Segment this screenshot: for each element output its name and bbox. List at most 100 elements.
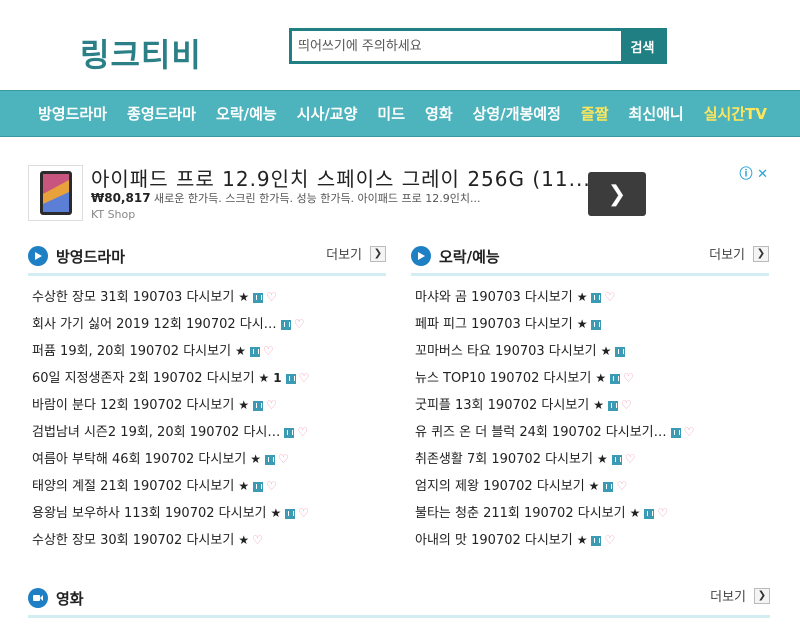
list-item-title[interactable]: 회사 가기 싫어 2019 12회 190702 다시… (32, 311, 277, 338)
list-item[interactable]: 아내의 맛 190702 다시보기 ★ ♡ (411, 527, 769, 554)
list-item[interactable]: 마샤와 곰 190703 다시보기 ★ ♡ (411, 284, 769, 311)
list-item[interactable]: 검법남녀 시즌2 19회, 20회 190702 다시… ♡ (28, 419, 386, 446)
ad-banner[interactable]: 아이패드 프로 12.9인치 스페이스 그레이 256G (11... ₩80,… (28, 163, 770, 223)
heart-icon: ♡ (683, 425, 695, 439)
video-icon (28, 588, 48, 608)
new-badge-icon (249, 346, 260, 357)
section-title: 방영드라마 (56, 248, 126, 266)
list-item[interactable]: 꼬마버스 타요 190703 다시보기 ★ (411, 338, 769, 365)
list-item-title[interactable]: 수상한 장모 30회 190702 다시보기 (32, 527, 234, 554)
site-logo[interactable]: 링크티비 (80, 30, 202, 76)
nav-item-8[interactable]: 최신애니 (619, 103, 694, 124)
more-link[interactable]: 더보기 ❯ (709, 244, 769, 263)
list-item[interactable]: 수상한 장모 31회 190703 다시보기 ★ ♡ (28, 284, 386, 311)
nav-item-3[interactable]: 시사/교양 (287, 103, 368, 124)
list-item-title[interactable]: 페파 피그 190703 다시보기 (415, 311, 573, 338)
list-item-title[interactable]: 바람이 분다 12회 190702 다시보기 (32, 392, 234, 419)
list-item-title[interactable]: 퍼퓸 19회, 20회 190702 다시보기 (32, 338, 231, 365)
new-badge-icon (284, 427, 295, 438)
list-item[interactable]: 뉴스 TOP10 190702 다시보기 ★ ♡ (411, 365, 769, 392)
ad-marks[interactable]: ⓘ ✕ (740, 163, 768, 182)
new-badge-icon (285, 373, 296, 384)
heart-icon: ♡ (657, 506, 669, 520)
nav-item-1[interactable]: 종영드라마 (117, 103, 206, 124)
ad-next-button[interactable]: ❯ (588, 172, 646, 216)
ad-info-icon[interactable]: ⓘ (740, 167, 753, 182)
more-link[interactable]: 더보기 ❯ (710, 586, 770, 605)
list-item-title[interactable]: 굿피플 13회 190702 다시보기 (415, 392, 589, 419)
list-item[interactable]: 불타는 청춘 211회 190702 다시보기 ★ ♡ (411, 500, 769, 527)
list-item-title[interactable]: 엄지의 제왕 190702 다시보기 (415, 473, 585, 500)
search-button[interactable]: 검색 (620, 31, 664, 61)
list-item[interactable]: 굿피플 13회 190702 다시보기 ★ ♡ (411, 392, 769, 419)
list-item[interactable]: 바람이 분다 12회 190702 다시보기 ★ ♡ (28, 392, 386, 419)
play-icon (28, 246, 48, 266)
section-movie: 영화 더보기 ❯ (28, 582, 770, 618)
ad-price: ₩80,817 (91, 191, 151, 205)
nav-item-5[interactable]: 영화 (415, 103, 463, 124)
search-form: 검색 (289, 28, 667, 64)
section-title: 오락/예능 (439, 248, 500, 266)
star-icon: ★ (270, 506, 282, 520)
list-item[interactable]: 여름아 부탁해 46회 190702 다시보기 ★ ♡ (28, 446, 386, 473)
list-item[interactable]: 회사 가기 싫어 2019 12회 190702 다시… ♡ (28, 311, 386, 338)
section-drama: 방영드라마 더보기 ❯ 수상한 장모 31회 190703 다시보기 ★ ♡ 회사 가기… (28, 240, 386, 554)
list-item-title[interactable]: 태양의 계절 21회 190702 다시보기 (32, 473, 234, 500)
star-icon: ★ (595, 371, 607, 385)
new-badge-icon (591, 535, 602, 546)
nav-item-9[interactable]: 실시간TV (694, 103, 777, 124)
section-title: 영화 (56, 590, 84, 608)
nav-item-0[interactable]: 방영드라마 (28, 103, 117, 124)
list-item[interactable]: 수상한 장모 30회 190702 다시보기 ★ ♡ (28, 527, 386, 554)
heart-icon: ♡ (266, 398, 277, 412)
list-item[interactable]: 유 퀴즈 온 더 블럭 24회 190702 다시보기… ♡ (411, 419, 769, 446)
list-item-title[interactable]: 불타는 청춘 211회 190702 다시보기 (415, 500, 626, 527)
new-badge-icon (285, 508, 296, 519)
section-variety: 오락/예능 더보기 ❯ 마샤와 곰 190703 다시보기 ★ ♡ 페파 피그 1907… (411, 240, 769, 554)
list-item-title[interactable]: 취존생활 7회 190702 다시보기 (415, 446, 593, 473)
list-item-title[interactable]: 마샤와 곰 190703 다시보기 (415, 284, 573, 311)
list-item[interactable]: 페파 피그 190703 다시보기 ★ (411, 311, 769, 338)
list-item[interactable]: 취존생활 7회 190702 다시보기 ★ ♡ (411, 446, 769, 473)
list-item-title[interactable]: 아내의 맛 190702 다시보기 (415, 527, 573, 554)
more-label[interactable]: 더보기 (710, 586, 746, 605)
list-item[interactable]: 60일 지정생존자 2회 190702 다시보기 ★ 1 ♡ (28, 365, 386, 392)
chevron-right-icon[interactable]: ❯ (753, 245, 769, 262)
list-item-title[interactable]: 꼬마버스 타요 190703 다시보기 (415, 338, 597, 365)
new-badge-icon (610, 373, 621, 384)
heart-icon: ♡ (278, 452, 289, 466)
nav-item-7[interactable]: 즐짤 (571, 103, 619, 124)
ad-desc-text: 새로운 한가득. 스크린 한가득. 성능 한가득. 아이패드 프로 12.9인치… (154, 192, 481, 205)
nav-item-2[interactable]: 오락/예능 (206, 103, 287, 124)
ad-title[interactable]: 아이패드 프로 12.9인치 스페이스 그레이 256G (11... (91, 163, 591, 192)
nav-item-4[interactable]: 미드 (367, 103, 415, 124)
chevron-right-icon[interactable]: ❯ (370, 245, 386, 262)
heart-icon: ♡ (266, 479, 277, 493)
ad-product-image[interactable] (28, 165, 83, 221)
heart-icon: ♡ (621, 398, 632, 412)
search-input[interactable] (292, 31, 620, 61)
list-item-title[interactable]: 60일 지정생존자 2회 190702 다시보기 (32, 365, 255, 392)
chevron-right-icon[interactable]: ❯ (754, 587, 770, 604)
more-link[interactable]: 더보기 ❯ (326, 244, 386, 263)
star-icon: ★ (250, 452, 262, 466)
more-label[interactable]: 더보기 (326, 244, 362, 263)
star-icon: ★ (235, 344, 246, 358)
list-item-title[interactable]: 수상한 장모 31회 190703 다시보기 (32, 284, 234, 311)
list-item[interactable]: 태양의 계절 21회 190702 다시보기 ★ ♡ (28, 473, 386, 500)
list-item[interactable]: 퍼퓸 19회, 20회 190702 다시보기 ★ ♡ (28, 338, 386, 365)
nav-item-6[interactable]: 상영/개봉예정 (463, 103, 571, 124)
list-item-title[interactable]: 검법남녀 시즌2 19회, 20회 190702 다시… (32, 419, 280, 446)
list-item[interactable]: 용왕님 보우하사 113회 190702 다시보기 ★ ♡ (28, 500, 386, 527)
list-item-title[interactable]: 유 퀴즈 온 더 블럭 24회 190702 다시보기… (415, 419, 667, 446)
star-icon: ★ (576, 317, 588, 331)
heart-icon: ♡ (262, 344, 274, 358)
more-label[interactable]: 더보기 (709, 244, 745, 263)
ad-close-icon[interactable]: ✕ (757, 167, 768, 182)
list-item-title[interactable]: 여름아 부탁해 46회 190702 다시보기 (32, 446, 246, 473)
star-icon: ★ (238, 290, 250, 304)
list-item-title[interactable]: 뉴스 TOP10 190702 다시보기 (415, 365, 591, 392)
star-icon: ★ (629, 506, 641, 520)
list-item[interactable]: 엄지의 제왕 190702 다시보기 ★ ♡ (411, 473, 769, 500)
list-item-title[interactable]: 용왕님 보우하사 113회 190702 다시보기 (32, 500, 267, 527)
